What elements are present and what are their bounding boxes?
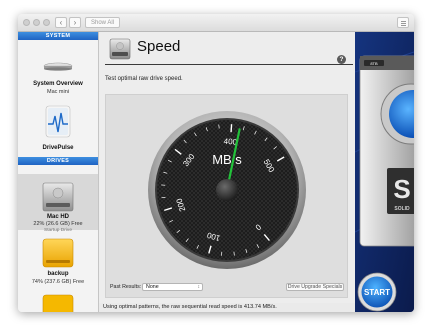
sidebar-item-label: System Overview xyxy=(33,81,83,87)
sidebar-item-label: backup xyxy=(47,271,69,277)
gauge-major-tick xyxy=(230,124,233,133)
past-results-value: None xyxy=(146,284,159,290)
forward-button[interactable]: › xyxy=(69,17,81,28)
title-bar: ‹ › Show All xyxy=(18,14,414,32)
page-title: Speed xyxy=(137,38,181,55)
speed-gauge: 0100200300400500 MB/s xyxy=(148,111,306,269)
drivepulse-icon xyxy=(45,105,71,138)
zoom-button[interactable] xyxy=(43,19,50,26)
page-subtitle: Test optimal raw drive speed. xyxy=(105,76,183,82)
gauge-hub xyxy=(216,179,238,201)
back-button[interactable]: ‹ xyxy=(55,17,67,28)
sidebar-item-label: Mac HD xyxy=(46,214,69,220)
sidebar-item-subtitle: Mac mini xyxy=(46,89,69,95)
close-button[interactable] xyxy=(23,19,30,26)
sidebar-item-label: DrivePulse xyxy=(42,145,74,151)
hard-drive-icon xyxy=(42,182,74,212)
past-results-select[interactable]: None ↕ xyxy=(142,283,203,291)
show-all-button[interactable]: Show All xyxy=(85,17,121,28)
sidebar-section-system: SYSTEM xyxy=(18,32,98,40)
speed-panel: Speed ? Test optimal raw drive speed. 0 … xyxy=(99,32,355,312)
startup-drive-label: Startup Drive xyxy=(44,228,72,233)
product-artwork: 8TB S SOLID xyxy=(355,32,414,312)
start-button[interactable]: START xyxy=(357,272,397,312)
sidebar-section-drives: DRIVES xyxy=(18,157,98,165)
gauge-unit-label: MB/s xyxy=(212,152,242,167)
external-drive-icon xyxy=(42,238,74,268)
status-bar: Using optimal patterns, the raw sequenti… xyxy=(99,303,355,312)
sidebar: SYSTEM System Overview Mac mini DrivePul… xyxy=(18,32,99,312)
sidebar-item-subtitle: 22% (26.6 GB) Free xyxy=(33,221,83,227)
start-label: START xyxy=(364,288,390,297)
sidebar-item-subtitle: 74% (237.6 GB) Free xyxy=(31,279,85,285)
grid-view-button[interactable] xyxy=(397,17,409,28)
main-area: Speed ? Test optimal raw drive speed. 0 … xyxy=(99,32,414,312)
drive-chip-label: 8TB xyxy=(370,61,378,66)
title-divider xyxy=(105,64,353,65)
external-drive-icon xyxy=(42,294,74,312)
gauge-minor-tick xyxy=(218,124,220,129)
minimize-button[interactable] xyxy=(33,19,40,26)
select-arrows-icon: ↕ xyxy=(197,284,201,290)
speed-drive-icon xyxy=(109,38,131,60)
app-window: ‹ › Show All SYSTEM System Overview Mac … xyxy=(18,14,414,312)
past-results-label: Past Results: xyxy=(110,284,142,290)
help-button[interactable]: ? xyxy=(337,55,346,64)
product-label: SOLID xyxy=(394,206,410,212)
sidebar-item-mac-hd[interactable]: Mac HD 22% (26.6 GB) Free Startup Drive xyxy=(18,174,98,233)
product-letter: S xyxy=(393,174,410,204)
drive-upgrade-specials-button[interactable]: Drive Upgrade Specials xyxy=(286,283,344,291)
mac-mini-icon xyxy=(43,62,73,71)
